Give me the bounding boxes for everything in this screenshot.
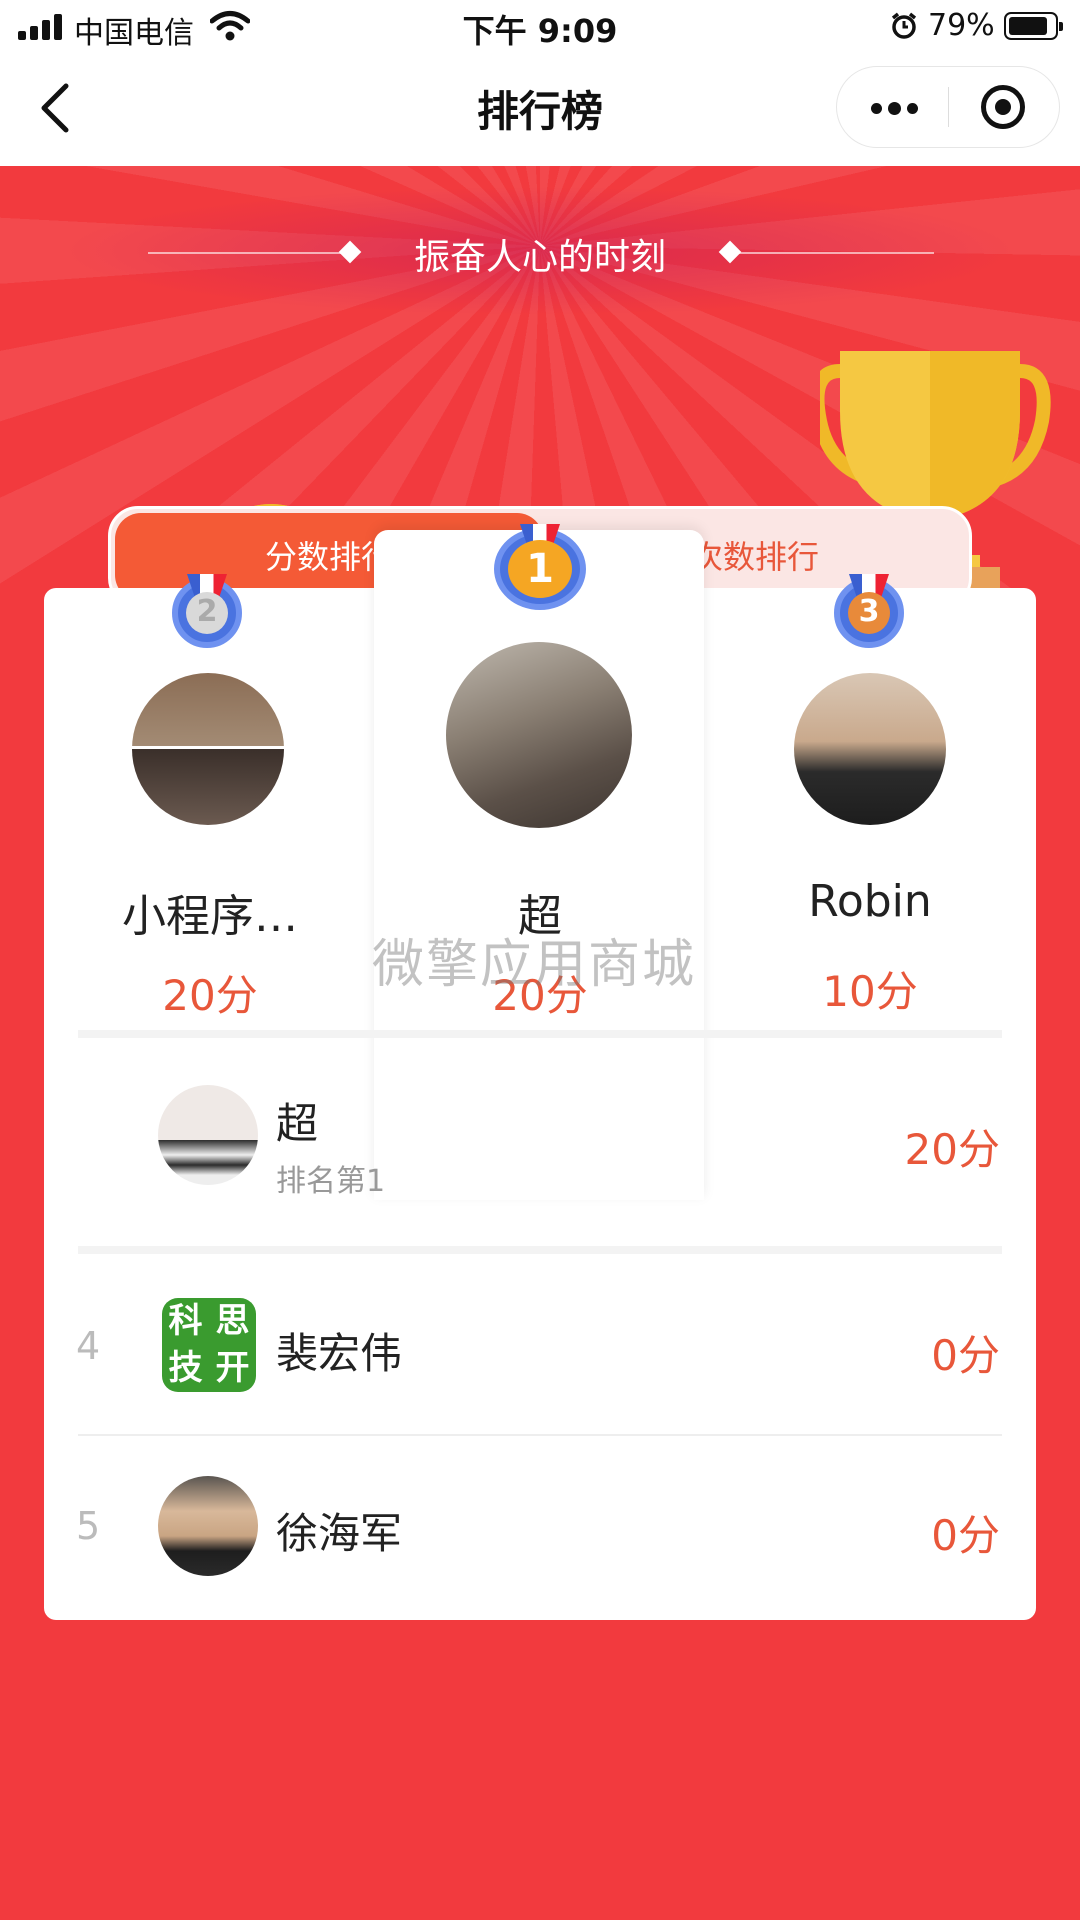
my-name: 超 <box>276 1099 319 1148</box>
second-place-name: 小程序… <box>122 891 298 942</box>
capsule-divider <box>948 87 949 127</box>
gold-medal-icon: 1 <box>494 524 586 610</box>
more-icon[interactable] <box>869 93 919 123</box>
my-avatar[interactable] <box>158 1085 258 1185</box>
second-place-score: 20分 <box>162 971 258 1020</box>
list-item-score: 0分 <box>931 1511 1000 1560</box>
list-rank: 4 <box>76 1324 101 1368</box>
section-divider <box>78 1030 1002 1038</box>
slogan-line-right <box>738 252 934 254</box>
avatar-first[interactable] <box>446 642 632 828</box>
status-bar: 中国电信 下午 9:09 79% <box>0 0 1080 54</box>
list-item-name: 裴宏伟 <box>276 1329 403 1378</box>
battery-icon <box>1004 12 1063 40</box>
nav-bar: 排行榜 <box>0 54 1080 166</box>
alarm-icon <box>891 12 917 39</box>
section-divider <box>78 1246 1002 1254</box>
first-place-column <box>374 530 704 1200</box>
battery-percent: 79% <box>928 8 995 43</box>
mini-program-capsule <box>836 66 1060 148</box>
list-rank: 5 <box>76 1504 101 1548</box>
avatar-second[interactable] <box>132 673 284 825</box>
hero-slogan: 振奋人心的时刻 <box>413 237 666 278</box>
list-item-name: 徐海军 <box>276 1509 403 1558</box>
my-score: 20分 <box>904 1125 1000 1174</box>
list-item-score: 0分 <box>931 1331 1000 1380</box>
third-place-name: Robin <box>808 876 932 927</box>
clock: 下午 9:09 <box>462 12 618 50</box>
close-target-icon[interactable] <box>981 85 1025 129</box>
row-divider <box>78 1434 1002 1436</box>
avatar-third[interactable] <box>794 673 946 825</box>
bronze-medal-icon: 3 <box>834 574 904 648</box>
watermark: 微擎应用商城 <box>372 935 697 995</box>
avatar-logo[interactable]: 科 思 技 开 <box>162 1298 256 1392</box>
list-item-avatar[interactable] <box>158 1476 258 1576</box>
my-rank-label: 排名第1 <box>276 1164 386 1199</box>
silver-medal-icon: 2 <box>172 574 242 648</box>
third-place-score: 10分 <box>822 967 918 1016</box>
